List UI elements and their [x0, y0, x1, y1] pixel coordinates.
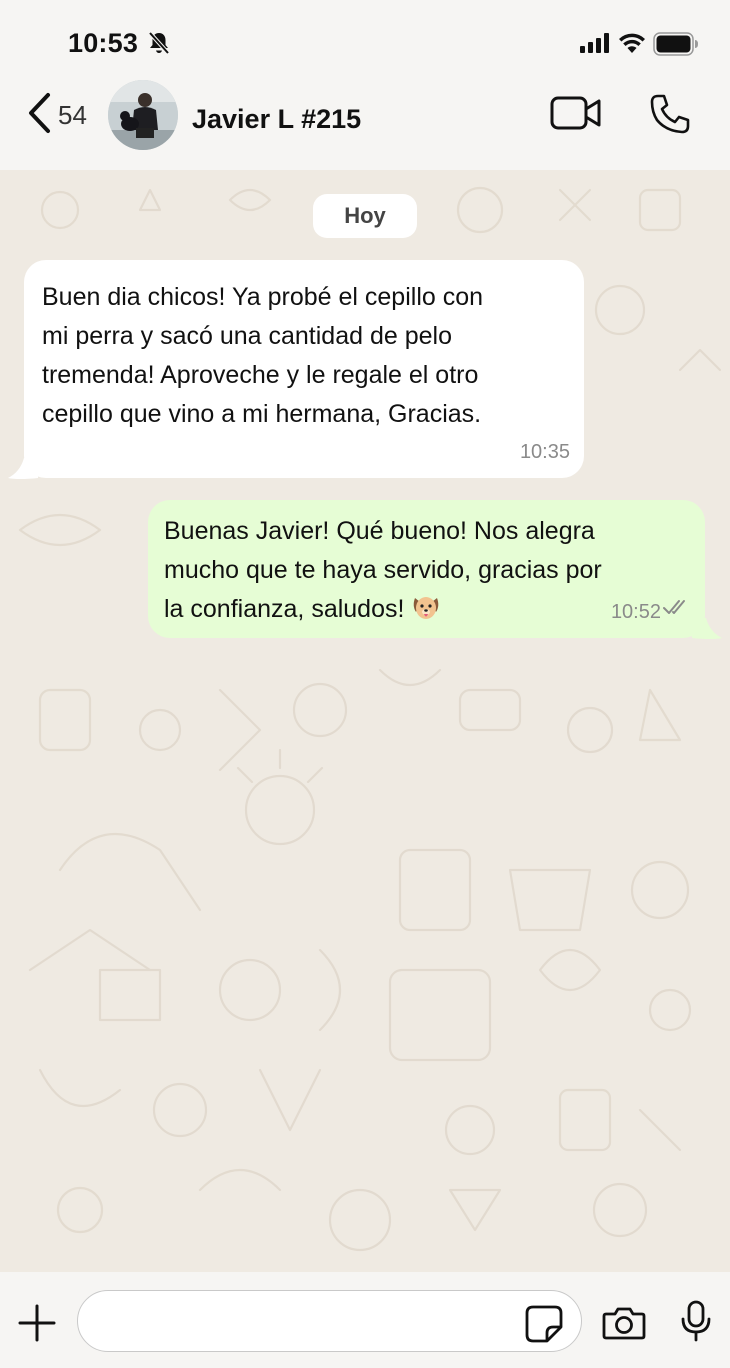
plus-icon[interactable] — [18, 1304, 56, 1347]
message-line: mi perra y sacó una cantidad de pelo — [42, 322, 452, 350]
battery-icon — [653, 32, 699, 61]
avatar[interactable] — [108, 80, 178, 150]
input-bar — [0, 1272, 730, 1368]
message-line: tremenda! Aproveche y le regale el otro — [42, 361, 479, 389]
phone-icon[interactable] — [648, 92, 692, 141]
incoming-message[interactable]: Buen dia chicos! Ya probé el cepillo con… — [24, 260, 584, 478]
chat-area[interactable]: Hoy Buen dia chicos! Ya probé el cepillo… — [0, 170, 730, 1272]
message-time: 10:52 — [610, 601, 661, 623]
dog-face-icon — [411, 592, 441, 622]
contact-name[interactable]: Javier L #215 — [192, 104, 361, 135]
bell-off-icon — [147, 30, 171, 61]
message-line: Buenas Javier! Qué bueno! Nos alegra — [164, 517, 595, 545]
status-bar: 10:53 — [0, 0, 730, 80]
sticker-icon[interactable] — [525, 1305, 563, 1348]
microphone-icon[interactable] — [680, 1300, 712, 1347]
message-line: la confianza, saludos! — [164, 595, 405, 623]
message-line: cepillo que vino a mi hermana, Gracias. — [42, 400, 482, 428]
message-line: Buen dia chicos! Ya probé el cepillo con — [42, 283, 484, 311]
back-chevron-icon — [26, 92, 52, 139]
wifi-icon — [618, 32, 646, 59]
date-label: Hoy — [313, 194, 417, 238]
chat-header: 54 Javier L #215 — [0, 80, 730, 170]
message-time: 10:35 — [519, 441, 570, 463]
back-button[interactable]: 54 — [26, 90, 106, 140]
message-line: mucho que te haya servido, gracias por — [164, 556, 602, 584]
double-check-icon — [663, 589, 691, 628]
message-input[interactable] — [77, 1290, 582, 1352]
video-call-icon[interactable] — [550, 95, 602, 136]
unread-count: 54 — [58, 99, 87, 130]
status-time: 10:53 — [68, 28, 139, 58]
signal-icon — [580, 33, 612, 58]
outgoing-message[interactable]: Buenas Javier! Qué bueno! Nos alegra muc… — [148, 500, 705, 638]
camera-icon[interactable] — [602, 1306, 646, 1345]
